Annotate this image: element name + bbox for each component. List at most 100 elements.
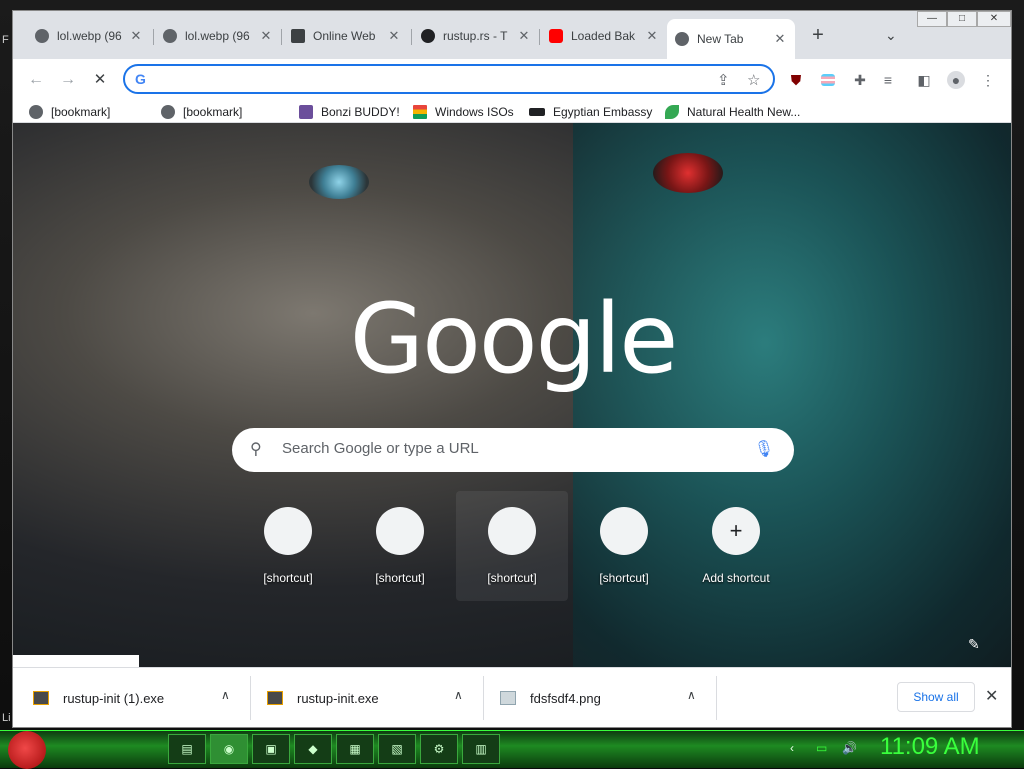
- close-tab-icon[interactable]: ✕: [773, 31, 787, 47]
- microphone-icon[interactable]: 🎙: [754, 439, 774, 459]
- close-tab-icon[interactable]: ✕: [129, 28, 143, 44]
- shortcut-tile[interactable]: [shortcut]: [344, 491, 456, 601]
- add-shortcut-plus-icon: +: [712, 507, 760, 555]
- download-options-chevron-icon[interactable]: ∧: [221, 688, 230, 702]
- tab-divider: [153, 29, 154, 45]
- shortcut-tile[interactable]: [shortcut]: [232, 491, 344, 601]
- bookmark-item[interactable]: Windows ISOs: [413, 104, 514, 120]
- extensions-puzzle-icon[interactable]: ✚: [851, 71, 869, 89]
- trans-flag-extension-icon[interactable]: [819, 71, 837, 89]
- bookmark-item[interactable]: Egyptian Embassy: [529, 104, 652, 120]
- tab[interactable]: Online Web ✕: [283, 23, 409, 49]
- youtube-icon: [549, 29, 563, 43]
- bookmark-label: Egyptian Embassy: [553, 105, 652, 119]
- google-logo: Google: [13, 283, 1012, 395]
- tab-divider: [411, 29, 412, 45]
- bookmark-item[interactable]: Natural Health New...: [665, 104, 800, 120]
- maximize-button[interactable]: □: [947, 11, 977, 27]
- menu-kebab-icon[interactable]: ⋮: [979, 71, 997, 89]
- bookmark-item[interactable]: [bookmark]: [29, 104, 110, 120]
- taskbar-app-icon[interactable]: ▣: [252, 734, 290, 764]
- browser-window: — □ ✕ lol.webp (96 ✕ lol.webp (96 ✕ Onli…: [12, 10, 1012, 728]
- divider: [250, 676, 251, 720]
- tab-search-chevron-icon[interactable]: ⌄: [885, 27, 897, 44]
- chrome-icon: [675, 32, 689, 46]
- tab-label: New Tab: [697, 32, 769, 46]
- side-panel-icon[interactable]: ◧: [915, 71, 933, 89]
- bookmark-item[interactable]: Bonzi BUDDY!: [299, 104, 400, 120]
- download-item[interactable]: rustup-init (1).exe: [33, 688, 164, 708]
- close-window-button[interactable]: ✕: [977, 11, 1011, 27]
- close-tab-icon[interactable]: ✕: [645, 28, 659, 44]
- start-button-angry-bird-icon[interactable]: [8, 731, 46, 769]
- blank-overlay: [13, 655, 139, 667]
- taskbar-window-icon[interactable]: ▦: [336, 734, 374, 764]
- media-queue-icon[interactable]: ≡: [879, 71, 897, 89]
- web-app-icon: [291, 29, 305, 43]
- tab-label: lol.webp (96: [57, 29, 125, 43]
- tab-strip: — □ ✕ lol.webp (96 ✕ lol.webp (96 ✕ Onli…: [13, 11, 1012, 59]
- bookmark-star-icon[interactable]: ☆: [747, 71, 760, 89]
- taskbar-devcpp-icon[interactable]: ◆: [294, 734, 332, 764]
- bookmark-item[interactable]: [bookmark]: [161, 104, 242, 120]
- tab[interactable]: lol.webp (96 ✕: [155, 23, 281, 49]
- shortcut-icon: [600, 507, 648, 555]
- address-input[interactable]: [157, 70, 697, 90]
- tray-chevron-icon[interactable]: ‹: [790, 741, 794, 755]
- globe-icon: [161, 105, 175, 119]
- tab-label: Online Web: [313, 29, 383, 43]
- share-icon[interactable]: ⇪: [717, 71, 730, 89]
- bookmark-label: Bonzi BUDDY!: [321, 105, 400, 119]
- minimize-button[interactable]: —: [917, 11, 947, 27]
- tray-network-icon[interactable]: ▭: [816, 741, 827, 755]
- taskbar: ▤ ◉ ▣ ◆ ▦ ▧ ⚙ ▥ ‹ ▭ 🔊 11:09 AM: [0, 730, 1024, 768]
- globe-icon: [163, 29, 177, 43]
- customize-pencil-icon[interactable]: ✎: [968, 636, 980, 653]
- download-item[interactable]: rustup-init.exe: [267, 688, 379, 708]
- wix-icon: [529, 108, 545, 116]
- tray-volume-icon[interactable]: 🔊: [842, 741, 857, 755]
- search-input[interactable]: [282, 440, 742, 457]
- download-options-chevron-icon[interactable]: ∧: [687, 688, 696, 702]
- download-item[interactable]: fdsfsdf4.png: [500, 688, 601, 708]
- globe-icon: [35, 29, 49, 43]
- taskbar-window-icon[interactable]: ▥: [462, 734, 500, 764]
- add-shortcut-tile[interactable]: + Add shortcut: [680, 491, 792, 601]
- new-tab-button[interactable]: +: [807, 25, 829, 47]
- shortcut-label: Add shortcut: [684, 571, 788, 585]
- shortcut-label: [shortcut]: [572, 571, 676, 585]
- shortcut-tile[interactable]: [shortcut]: [568, 491, 680, 601]
- stop-loading-button[interactable]: ✕: [89, 69, 111, 91]
- close-tab-icon[interactable]: ✕: [259, 28, 273, 44]
- downloads-shelf: rustup-init (1).exe ∧ rustup-init.exe ∧ …: [13, 667, 1012, 728]
- show-all-downloads-button[interactable]: Show all: [897, 682, 975, 712]
- shortcut-tile[interactable]: [shortcut]: [456, 491, 568, 601]
- profile-avatar-icon[interactable]: ●: [947, 71, 965, 89]
- tab-active[interactable]: New Tab ✕: [667, 19, 795, 59]
- tab-divider: [539, 29, 540, 45]
- back-button[interactable]: ←: [25, 69, 47, 91]
- rainbow-flag-icon: [413, 105, 427, 119]
- tab-label: Loaded Bak: [571, 29, 641, 43]
- taskbar-clock[interactable]: 11:09 AM: [880, 733, 980, 761]
- search-box[interactable]: ⚲ 🎙: [232, 428, 794, 472]
- close-downloads-icon[interactable]: ✕: [985, 686, 998, 706]
- taskbar-window-icon[interactable]: ▧: [378, 734, 416, 764]
- google-g-icon: G: [135, 71, 146, 87]
- shortcut-label: [shortcut]: [236, 571, 340, 585]
- download-options-chevron-icon[interactable]: ∧: [454, 688, 463, 702]
- taskbar-chrome-icon[interactable]: ◉: [210, 734, 248, 764]
- close-tab-icon[interactable]: ✕: [387, 28, 401, 44]
- divider: [483, 676, 484, 720]
- omnibox[interactable]: G ⇪ ☆: [123, 64, 775, 94]
- tab-label: lol.webp (96: [185, 29, 255, 43]
- shortcut-label: [shortcut]: [348, 571, 452, 585]
- ublock-icon[interactable]: ⛊: [787, 71, 805, 89]
- tab[interactable]: Loaded Bak ✕: [541, 23, 667, 49]
- close-tab-icon[interactable]: ✕: [517, 28, 531, 44]
- taskbar-settings-icon[interactable]: ⚙: [420, 734, 458, 764]
- tab[interactable]: rustup.rs - T ✕: [413, 23, 539, 49]
- forward-button[interactable]: →: [57, 69, 79, 91]
- taskbar-explorer-icon[interactable]: ▤: [168, 734, 206, 764]
- tab[interactable]: lol.webp (96 ✕: [27, 23, 151, 49]
